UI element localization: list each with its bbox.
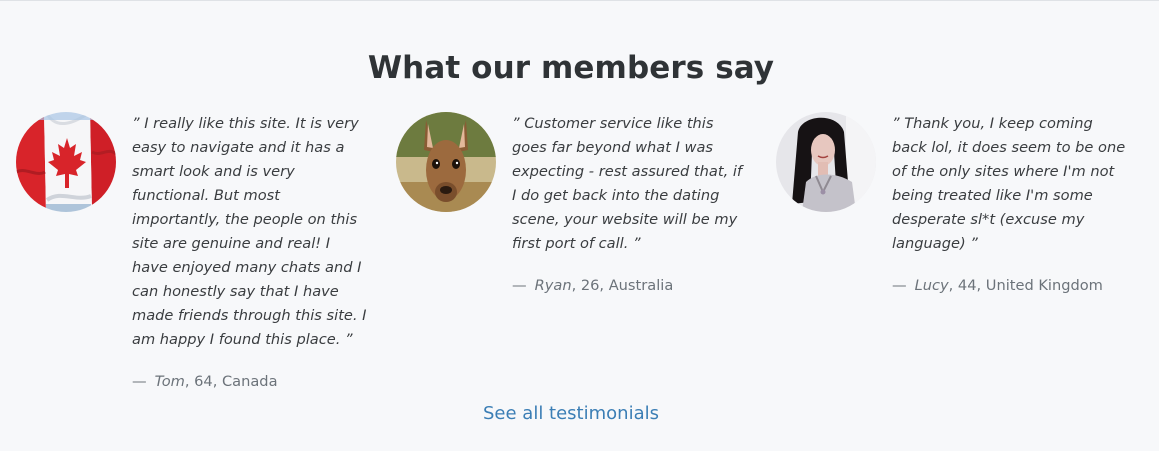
- section-title: What our members say: [367, 50, 775, 86]
- member-name: Ryan: [534, 277, 572, 294]
- testimonial-attribution: — Lucy, 44, United Kingdom: [892, 274, 1130, 298]
- attribution-dash: —: [512, 277, 527, 294]
- member-name: Lucy: [914, 277, 949, 294]
- member-details: , 44, United Kingdom: [948, 277, 1103, 294]
- attribution-dash: —: [892, 277, 907, 294]
- top-divider: [0, 0, 1159, 1]
- testimonial-attribution: — Tom, 64, Canada: [132, 370, 370, 394]
- woman-portrait-avatar: [776, 112, 876, 212]
- canada-flag-avatar: [16, 112, 116, 212]
- member-details: , 26, Australia: [571, 277, 674, 294]
- kangaroo-avatar: [396, 112, 496, 212]
- testimonial-quote: ” Thank you, I keep coming back lol, it …: [892, 115, 1126, 252]
- member-details: , 64, Canada: [184, 373, 278, 390]
- testimonial-attribution: — Ryan, 26, Australia: [512, 274, 750, 298]
- member-name: Tom: [154, 373, 185, 390]
- testimonial-quote: ” I really like this site. It is very ea…: [132, 115, 367, 348]
- see-all-testimonials-link[interactable]: See all testimonials: [0, 403, 1142, 424]
- testimonial-quote: ” Customer service like this goes far be…: [512, 115, 743, 252]
- attribution-dash: —: [132, 373, 147, 390]
